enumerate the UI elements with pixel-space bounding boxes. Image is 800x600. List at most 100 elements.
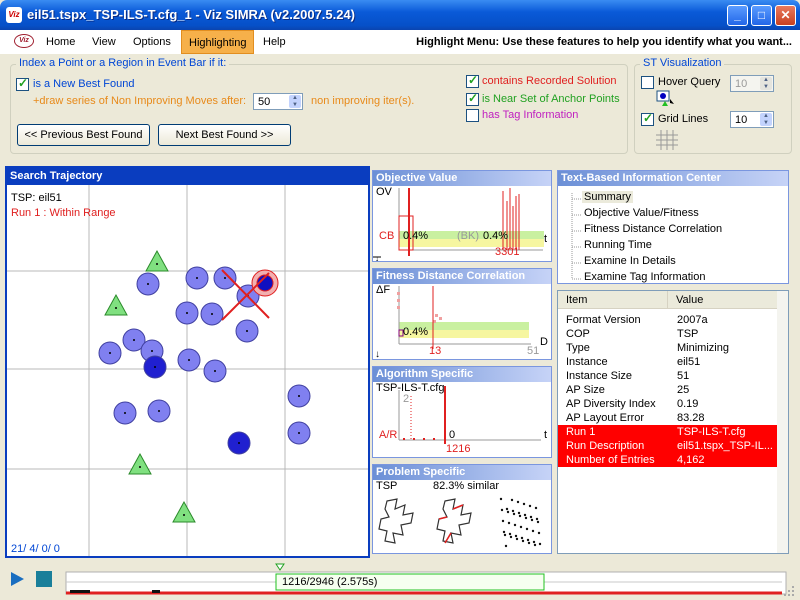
viz-logo-icon: Viz	[14, 34, 34, 48]
row-item: Format Version	[566, 314, 641, 326]
iter-suffix-label: non improving iter(s).	[311, 95, 415, 107]
city-dot	[538, 542, 542, 546]
anchor-point-triangle[interactable]	[172, 500, 196, 523]
anchor-point-triangle[interactable]	[104, 293, 128, 316]
index-group-legend: Index a Point or a Region in Event Bar i…	[16, 57, 230, 69]
algorithm-t-label: t	[544, 429, 548, 441]
table-row[interactable]: AP Diversity Index 0.19	[558, 397, 778, 411]
city-dot	[504, 544, 508, 548]
tree-examine-details[interactable]: Examine In Details	[584, 255, 676, 267]
row-value: 51	[677, 370, 690, 382]
city-dot	[508, 532, 512, 536]
table-row[interactable]: AP Size 25	[558, 383, 778, 397]
fdc-chart[interactable]: ↓	[373, 284, 551, 359]
city-dot	[523, 513, 527, 517]
close-button[interactable]: ✕	[775, 5, 796, 26]
svg-text:↓: ↓	[375, 349, 380, 359]
hover-query-checkbox[interactable]	[641, 76, 654, 89]
search-trajectory-panel[interactable]: Search Trajectory TSP: eil51 Run 1 : Wit…	[5, 166, 370, 558]
row-item: COP	[566, 328, 590, 340]
table-row[interactable]: Instance eil51	[558, 355, 778, 369]
table-row[interactable]: AP Layout Error 83.28	[558, 411, 778, 425]
menu-options[interactable]: Options	[126, 30, 178, 54]
city-dot	[526, 538, 530, 542]
objective-value-panel[interactable]: Objective Value ↓ OV CB 0.4% (BK) 0.4% 3…	[372, 170, 552, 262]
menu-bar: Viz Home View Options Highlighting Help …	[0, 30, 800, 54]
table-scrollbar[interactable]	[777, 291, 788, 553]
menu-help[interactable]: Help	[256, 30, 293, 54]
row-value: Minimizing	[677, 342, 729, 354]
row-value: 4,162	[677, 454, 705, 466]
table-row[interactable]: Instance Size 51	[558, 369, 778, 383]
next-best-button[interactable]: Next Best Found >>	[158, 124, 291, 146]
hover-value-stepper[interactable]: 10 ▲ ▼	[730, 75, 774, 92]
problem-title: Problem Specific	[373, 465, 551, 480]
contains-solution-checkbox[interactable]	[466, 73, 479, 88]
table-row[interactable]: Run Description eil51.tspx_TSP-IL...	[558, 439, 778, 453]
city-dot	[513, 523, 517, 527]
tag-info-checkbox[interactable]	[466, 109, 479, 122]
col-value-header[interactable]: Value	[668, 291, 778, 309]
resize-grip-icon[interactable]	[784, 586, 796, 598]
grid-lines-label: Grid Lines	[658, 113, 709, 125]
table-row[interactable]: Format Version 2007a	[558, 313, 778, 327]
tree-examine-tag[interactable]: Examine Tag Information	[584, 271, 705, 283]
fdc-x1: 13	[429, 345, 442, 357]
trajectory-canvas[interactable]	[7, 185, 368, 556]
city-dot	[512, 512, 516, 516]
trajectory-point-center	[188, 359, 190, 361]
table-row[interactable]: COP TSP	[558, 327, 778, 341]
tag-info-label: has Tag Information	[482, 109, 579, 121]
spin-arrows-icon[interactable]: ▲ ▼	[289, 95, 301, 108]
info-table[interactable]: Item Value Format Version 2007a COP TSP Type…	[557, 290, 789, 554]
play-icon	[11, 572, 24, 586]
table-row[interactable]: Type Minimizing	[558, 341, 778, 355]
row-value: 0.19	[677, 398, 699, 410]
algorithm-x-value: 1216	[446, 443, 471, 455]
run-label: Run 1 : Within Range	[11, 207, 116, 219]
trajectory-point-center	[124, 412, 126, 414]
fdc-panel[interactable]: Fitness Distance Correlation ↓ ΔF 0.4% 1…	[372, 268, 552, 360]
table-row[interactable]: Run 1 TSP-ILS-T.cfg	[558, 425, 778, 439]
trajectory-point-center	[158, 410, 160, 412]
menu-home[interactable]: Home	[39, 30, 82, 54]
info-center-panel[interactable]: Text-Based Information Center Summary Ob…	[557, 170, 789, 284]
grid-value-stepper[interactable]: 10 ▲ ▼	[730, 111, 774, 128]
city-dot	[505, 507, 509, 511]
minimize-button[interactable]: _	[727, 5, 748, 26]
timeline-slider[interactable]	[62, 562, 792, 598]
anchor-point-triangle[interactable]	[145, 249, 169, 272]
tree-running-time[interactable]: Running Time	[584, 239, 652, 251]
previous-best-button[interactable]: << Previous Best Found	[17, 124, 150, 146]
contains-solution-label: contains Recorded Solution	[482, 75, 617, 87]
anchor-point-center	[139, 466, 141, 468]
table-row[interactable]: Number of Entries 4,162	[558, 453, 778, 467]
row-item: Type	[566, 342, 590, 354]
stop-button[interactable]	[36, 571, 52, 587]
menu-view[interactable]: View	[85, 30, 123, 54]
maximize-button[interactable]: □	[751, 5, 772, 26]
trajectory-point-center	[211, 313, 213, 315]
row-item: Run 1	[566, 426, 596, 438]
app-icon[interactable]: Viz	[6, 7, 22, 23]
algorithm-panel[interactable]: Algorithm Specific TSP-ILS-T.cfg 2 A/R 0…	[372, 366, 552, 458]
grid-lines-checkbox[interactable]	[641, 111, 654, 126]
play-button[interactable]	[8, 570, 26, 588]
col-item-header[interactable]: Item	[558, 291, 668, 309]
tree-fdc[interactable]: Fitness Distance Correlation	[584, 223, 722, 235]
near-anchor-checkbox[interactable]	[466, 91, 479, 106]
anchor-point-triangle[interactable]	[128, 452, 152, 475]
near-anchor-label: is Near Set of Anchor Points	[482, 93, 620, 105]
tree-summary[interactable]: Summary	[582, 191, 634, 203]
new-best-checkbox[interactable]	[16, 76, 29, 91]
menu-highlighting[interactable]: Highlighting	[181, 30, 255, 54]
tree-objective[interactable]: Objective Value/Fitness	[584, 207, 699, 219]
iter-stepper[interactable]: 50 ▲ ▼	[253, 93, 303, 110]
city-dot	[499, 497, 503, 501]
city-dot	[527, 541, 531, 545]
spin-arrows-icon[interactable]: ▲ ▼	[760, 77, 772, 90]
problem-panel[interactable]: Problem Specific TSP 82.3% similar	[372, 464, 552, 554]
trajectory-point-center	[238, 442, 240, 444]
objective-chart[interactable]: ↓	[373, 186, 551, 261]
spin-arrows-icon[interactable]: ▲ ▼	[760, 113, 772, 126]
